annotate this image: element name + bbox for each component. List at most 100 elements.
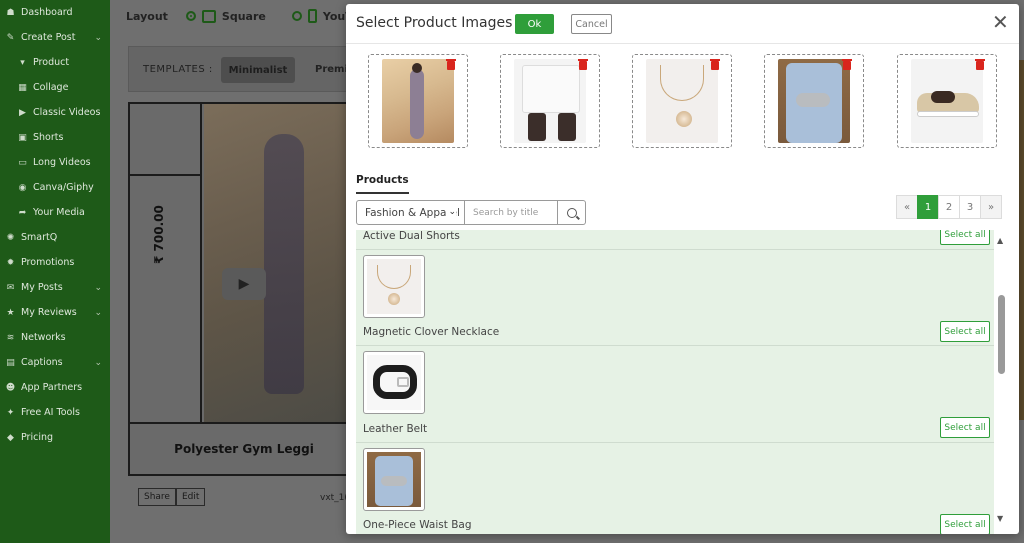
product-title: Active Dual Shorts — [363, 230, 460, 242]
product-thumbnail[interactable] — [363, 448, 425, 511]
square-label: Square — [221, 9, 266, 23]
square-radio[interactable] — [185, 11, 196, 21]
trash-icon[interactable] — [578, 59, 588, 70]
selected-image-card[interactable] — [632, 54, 732, 148]
selected-images-strip — [346, 52, 1019, 152]
sidebar-item-canva-giphy[interactable]: ◉ Canva/Giphy — [0, 175, 110, 200]
preview-image — [204, 104, 360, 422]
selected-image-gym-leggings — [382, 59, 454, 143]
preview-left-mid — [130, 176, 202, 422]
sidebar-item-label: Classic Videos — [33, 107, 101, 118]
share-button[interactable]: Share — [138, 488, 176, 506]
sidebar-item-label: Create Post — [21, 32, 76, 43]
sidebar-item-label: My Posts — [21, 282, 63, 293]
sidebar-item-long-videos[interactable]: ▭ Long Videos — [0, 150, 110, 175]
cancel-button[interactable]: Cancel — [571, 14, 612, 34]
edit-button[interactable]: Edit — [175, 488, 206, 506]
selected-image-sneakers — [911, 59, 983, 143]
sidebar-item-label: Your Media — [33, 207, 85, 218]
users-icon: ☻ — [5, 382, 16, 393]
search-icon — [566, 207, 577, 218]
sidebar-item-pricing[interactable]: ◆ Pricing — [0, 425, 110, 450]
chevron-down-icon: ⌄ — [94, 357, 102, 368]
product-filter-row: Fashion & Apparel ⌄ Search by title — [356, 200, 586, 225]
product-thumbnail[interactable] — [363, 255, 425, 318]
sidebar-item-product[interactable]: ▾ Product — [0, 50, 110, 75]
pagination-page-2[interactable]: 2 — [938, 195, 960, 219]
modal-title: Select Product Images — [356, 15, 513, 31]
trash-icon[interactable] — [446, 59, 456, 70]
sidebar-item-app-partners[interactable]: ☻ App Partners — [0, 375, 110, 400]
youtube-radio[interactable] — [291, 11, 302, 21]
sidebar-item-label: Collage — [33, 82, 69, 93]
scroll-up-icon[interactable]: ▲ — [997, 236, 1003, 245]
sidebar-item-label: My Reviews — [21, 307, 77, 318]
sidebar-item-my-posts[interactable]: ✉ My Posts ⌄ — [0, 275, 110, 300]
sidebar-item-networks[interactable]: ≋ Networks — [0, 325, 110, 350]
play-icon: ▶ — [238, 276, 250, 292]
phone-icon — [307, 9, 317, 23]
select-all-button[interactable]: Select all — [940, 230, 990, 245]
select-all-button[interactable]: Select all — [940, 514, 990, 534]
share-icon: ➦ — [18, 207, 27, 218]
product-thumbnail[interactable] — [363, 351, 425, 414]
list-scrollbar[interactable]: ▲ ▼ — [996, 232, 1008, 528]
shorts-icon: ▣ — [18, 132, 27, 143]
captions-icon: ▤ — [6, 357, 15, 368]
post-preview: ₹ 700.00 ▶ Polyester Gym Leggi — [128, 102, 360, 476]
smartq-icon: ✺ — [6, 232, 15, 243]
trash-icon[interactable] — [710, 59, 720, 70]
sidebar-item-shorts[interactable]: ▣ Shorts — [0, 125, 110, 150]
category-select[interactable]: Fashion & Apparel ⌄ — [356, 200, 465, 225]
select-all-button[interactable]: Select all — [940, 417, 990, 438]
sidebar-item-label: Promotions — [21, 257, 75, 268]
play-icon: ▶ — [19, 107, 26, 118]
search-placeholder: Search by title — [473, 207, 539, 218]
sidebar-item-my-reviews[interactable]: ★ My Reviews ⌄ — [0, 300, 110, 325]
sidebar-item-create-post[interactable]: ✎ Create Post ⌄ — [0, 25, 110, 50]
scroll-down-icon[interactable]: ▼ — [997, 514, 1003, 523]
layout-label: Layout — [126, 9, 168, 23]
search-button[interactable] — [558, 200, 586, 225]
list-item: Magnetic Clover Necklace Select all — [356, 250, 994, 346]
selected-image-card[interactable] — [897, 54, 997, 148]
play-button[interactable]: ▶ — [222, 268, 266, 300]
selected-image-card[interactable] — [368, 54, 468, 148]
sidebar: ☗ Dashboard ✎ Create Post ⌄ ▾ Product ▦ Collage ▶… — [0, 0, 110, 543]
sidebar-item-collage[interactable]: ▦ Collage — [0, 75, 110, 100]
pagination-page-1[interactable]: 1 — [917, 195, 939, 219]
trash-icon[interactable] — [975, 59, 985, 70]
sidebar-item-label: Long Videos — [33, 157, 91, 168]
template-minimalist-button[interactable]: Minimalist — [221, 57, 295, 83]
selected-image-waist-bag — [778, 59, 850, 143]
template-premium-button[interactable]: Premi — [315, 64, 348, 75]
trash-icon[interactable] — [842, 59, 852, 70]
sidebar-item-your-media[interactable]: ➦ Your Media — [0, 200, 110, 225]
search-input[interactable]: Search by title — [465, 200, 558, 225]
selected-image-card[interactable] — [764, 54, 864, 148]
square-icon — [201, 9, 216, 23]
tools-icon: ✦ — [6, 407, 15, 418]
sidebar-item-free-ai-tools[interactable]: ✦ Free AI Tools — [0, 400, 110, 425]
sidebar-item-dashboard[interactable]: ☗ Dashboard — [0, 0, 110, 25]
sidebar-item-classic-videos[interactable]: ▶ Classic Videos — [0, 100, 110, 125]
tab-products[interactable]: Products — [356, 174, 409, 194]
list-item: Active Dual Shorts Select all — [356, 230, 994, 250]
pagination-next-button[interactable]: » — [980, 195, 1002, 219]
close-icon[interactable]: ✕ — [992, 12, 1009, 32]
list-item: Leather Belt Select all — [356, 347, 994, 443]
chevron-down-icon: ⌄ — [94, 32, 102, 43]
pagination-page-3[interactable]: 3 — [959, 195, 981, 219]
select-all-button[interactable]: Select all — [940, 321, 990, 342]
sidebar-item-label: Dashboard — [21, 7, 73, 18]
sidebar-item-promotions[interactable]: ✹ Promotions — [0, 250, 110, 275]
sidebar-item-smartq[interactable]: ✺ SmartQ — [0, 225, 110, 250]
selected-image-card[interactable] — [500, 54, 600, 148]
sidebar-item-captions[interactable]: ▤ Captions ⌄ — [0, 350, 110, 375]
ok-button[interactable]: Ok — [515, 14, 554, 34]
scroll-thumb[interactable] — [998, 295, 1005, 374]
belt-thumbnail-image — [367, 355, 421, 410]
product-title: Leather Belt — [363, 423, 428, 435]
pagination-prev-button[interactable]: « — [896, 195, 918, 219]
selected-image-active-shorts — [514, 59, 586, 143]
